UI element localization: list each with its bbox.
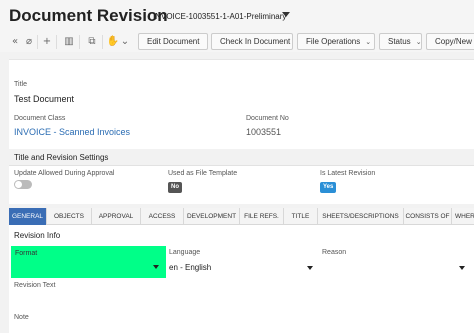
add-icon[interactable]: + [40,35,54,49]
chevron-down-icon [153,265,159,269]
file-template-label: Used as File Template [168,170,238,177]
title-revision-settings-header: Title and Revision Settings [9,149,474,166]
status-label: Status [388,37,411,46]
update-allowed-label: Update Allowed During Approval [14,170,115,177]
latest-revision-badge: Yes [320,182,337,193]
check-in-document-button[interactable]: Check In Document [211,33,293,50]
revision-info-title: Revision Info [14,231,61,240]
tab-title[interactable]: TITLE [284,208,318,225]
document-id[interactable]: INVOICE-1003551-1-A01-Preliminary [153,12,286,21]
section-title: Title and Revision Settings [14,153,109,162]
chevron-down-icon[interactable]: ⌄ [118,35,132,49]
latest-revision-label: Is Latest Revision [320,170,376,177]
status-button[interactable]: Status ⌄ [379,33,422,50]
tab-approval[interactable]: APPROVAL [92,208,141,225]
document-class-link[interactable]: INVOICE - Scanned Invoices [14,127,130,137]
update-allowed-toggle[interactable] [14,180,32,189]
language-select[interactable]: en - English [169,263,211,272]
toolbar-divider [37,35,38,49]
tab-sheets-descriptions[interactable]: SHEETS/DESCRIPTIONS [318,208,404,225]
toolbar-divider [102,35,103,49]
toolbar-divider [56,35,57,49]
revision-text-label: Revision Text [14,282,56,289]
title-revision-settings: Update Allowed During Approval Used as F… [9,166,474,204]
tab-general[interactable]: GENERAL [9,208,47,225]
collapse-icon[interactable]: « [8,35,22,49]
language-label: Language [169,249,201,256]
note-label: Note [14,314,29,321]
chevron-down-icon: ⌄ [365,38,372,46]
toolbar-divider [79,35,80,49]
file-operations-label: File Operations [306,37,361,46]
tab-objects[interactable]: OBJECTS [47,208,92,225]
format-label: Format [15,250,38,257]
tab-where-used[interactable]: WHER [452,208,474,225]
chevron-down-icon[interactable] [459,266,465,270]
general-tab-content: Revision Info Format Language en - Engli… [9,225,474,333]
format-field[interactable]: Format [11,246,166,278]
document-no-label: Document No [246,115,289,122]
document-class-label: Document Class [14,115,66,122]
chevron-down-icon: ⌄ [415,38,422,46]
chevron-down-icon[interactable] [282,12,290,17]
tab-access[interactable]: ACCESS [141,208,184,225]
tab-file-refs[interactable]: FILE REFS. [240,208,284,225]
tab-consists-of[interactable]: CONSISTS OF [404,208,452,225]
copy-new-button[interactable]: Copy/New [426,33,474,50]
document-no-value: 1003551 [246,127,282,137]
file-operations-button[interactable]: File Operations ⌄ [297,33,375,50]
file-template-badge: No [168,182,182,193]
document-details-panel: Title Test Document Document Class INVOI… [9,59,474,150]
reason-label: Reason [322,249,347,256]
title-label: Title [14,81,27,88]
tab-development[interactable]: DEVELOPMENT [184,208,240,225]
tab-bar: GENERAL OBJECTS APPROVAL ACCESS DEVELOPM… [9,208,474,225]
chevron-down-icon[interactable] [307,266,313,270]
title-value: Test Document [14,94,75,104]
edit-document-button[interactable]: Edit Document [138,33,208,50]
page-title: Document Revision [9,6,168,25]
toolbar: « ⌀ + ▥ ⧉ ✋ ⌄ Edit Document Check In Doc… [0,32,474,52]
attach-icon[interactable]: ⌀ [22,35,36,49]
delete-icon[interactable]: ▥ [62,35,76,49]
page-header: Document Revision INVOICE-1003551-1-A01-… [0,0,474,32]
copy-icon[interactable]: ⧉ [85,35,99,49]
